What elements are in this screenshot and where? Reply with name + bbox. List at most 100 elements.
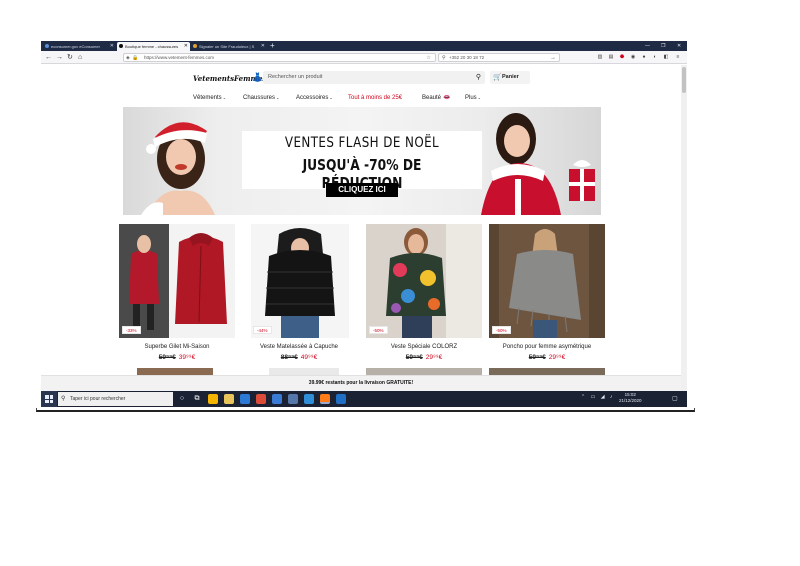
new-tab-button[interactable]: + bbox=[270, 41, 275, 51]
search-icon[interactable]: ⚲ bbox=[476, 71, 481, 84]
discount-badge: -33% bbox=[122, 326, 141, 334]
nav-plus[interactable]: Plus⌄ bbox=[465, 93, 481, 103]
store-icon[interactable] bbox=[272, 394, 282, 404]
product-name[interactable]: Poncho pour femme asymétrique bbox=[489, 344, 605, 350]
page-scrollbar[interactable] bbox=[681, 65, 687, 391]
nav-label: Plus bbox=[465, 95, 477, 101]
old-price: 59⁹⁹€ bbox=[158, 354, 176, 361]
banner-cta-button[interactable]: CLIQUEZ ICI bbox=[326, 183, 398, 197]
promo-banner[interactable]: VENTES FLASH DE NOËL JUSQU'À -70% DE RÉD… bbox=[123, 107, 601, 215]
globe-icon bbox=[45, 44, 49, 48]
nav-accessoires[interactable]: Accessoires⌄ bbox=[296, 93, 333, 103]
product-image[interactable] bbox=[119, 224, 235, 338]
tab-label: Signaler un Site Frauduleux | S bbox=[199, 44, 255, 49]
url-text: https://www.vetement-femmes.com bbox=[144, 55, 215, 60]
browser-nav-bar: ← → ↻ ⌂ ◈ 🔒 https://www.vetement-femmes.… bbox=[41, 51, 687, 64]
monitor-bezel-edge bbox=[36, 408, 695, 412]
extension-icon[interactable]: ◉ bbox=[630, 54, 636, 60]
new-price: 29⁹⁹€ bbox=[548, 354, 566, 361]
santa-woman-left-image bbox=[141, 122, 215, 215]
nav-label: Accessoires bbox=[296, 95, 329, 101]
firefox-icon[interactable] bbox=[320, 394, 330, 404]
notification-icon[interactable]: ▢ bbox=[672, 395, 678, 402]
product-price: 59⁹⁹€ 39⁹⁹€ bbox=[119, 354, 235, 361]
task-view-icon[interactable]: ⧉ bbox=[192, 394, 202, 404]
window-close-icon[interactable]: ✕ bbox=[677, 41, 681, 51]
product-image[interactable] bbox=[251, 224, 349, 338]
cart-icon: 🛒 bbox=[493, 74, 502, 81]
site-search-input[interactable]: Rechercher un produit ⚲ bbox=[263, 71, 485, 84]
product-image[interactable] bbox=[366, 224, 482, 338]
tab-econsumer[interactable]: econsumer.gov eConsumer ✕ bbox=[43, 42, 116, 51]
search-icon: ⚲ bbox=[442, 55, 446, 61]
nav-label: Chaussures bbox=[243, 95, 276, 101]
nav-vetements[interactable]: Vêtements⌄ bbox=[193, 93, 226, 103]
dress-icon: 👗 bbox=[252, 72, 264, 82]
system-tray-icons[interactable]: ⌃ ▭ ◢ ♪ bbox=[581, 394, 614, 400]
close-icon[interactable]: ✕ bbox=[261, 42, 265, 51]
new-price: 49⁹⁹€ bbox=[300, 354, 318, 361]
start-button[interactable] bbox=[41, 391, 57, 407]
close-icon[interactable]: ✕ bbox=[184, 42, 188, 51]
forward-icon[interactable]: → bbox=[56, 53, 63, 62]
nav-under-25[interactable]: Tout à moins de 25€ bbox=[348, 93, 402, 103]
account-icon[interactable]: ● bbox=[641, 54, 647, 60]
nav-beaute[interactable]: Beauté 👄 bbox=[422, 93, 451, 103]
menu-icon[interactable]: ≡ bbox=[675, 54, 681, 60]
go-arrow-icon[interactable]: → bbox=[550, 54, 556, 62]
new-price: 39⁹⁹€ bbox=[178, 354, 196, 361]
product-name[interactable]: Veste Spéciale COLORZ bbox=[366, 344, 482, 350]
word-icon[interactable] bbox=[336, 394, 346, 404]
close-icon[interactable]: ✕ bbox=[110, 42, 114, 51]
cart-label: Panier bbox=[502, 74, 519, 80]
product-price: 59⁹⁹€ 29⁹⁹€ bbox=[366, 354, 482, 361]
system-clock[interactable]: 15:02 21/12/2020 bbox=[619, 392, 642, 404]
warning-icon bbox=[193, 44, 197, 48]
extension2-icon[interactable]: ◐ bbox=[652, 54, 658, 60]
banner-headline-box: VENTES FLASH DE NOËL JUSQU'À -70% DE RÉD… bbox=[242, 131, 482, 192]
sidebar-icon[interactable]: ▤ bbox=[608, 54, 614, 60]
app-icon[interactable] bbox=[288, 394, 298, 404]
scrollbar-thumb[interactable] bbox=[682, 67, 686, 93]
url-bar[interactable]: ◈ 🔒 https://www.vetement-femmes.com ☆ bbox=[123, 53, 436, 62]
product-image[interactable] bbox=[489, 224, 605, 338]
free-shipping-bar: 39.99€ restants pour la livraison GRATUI… bbox=[41, 375, 681, 391]
home-icon[interactable]: ⌂ bbox=[78, 53, 82, 62]
clock-date: 21/12/2020 bbox=[619, 398, 642, 403]
nav-chaussures[interactable]: Chaussures⌄ bbox=[243, 93, 279, 103]
product-name[interactable]: Superbe Gilet Mi-Saison bbox=[119, 344, 235, 350]
app-icon[interactable] bbox=[208, 394, 218, 404]
cortana-icon[interactable]: ○ bbox=[177, 394, 187, 404]
product-name[interactable]: Veste Matelassée à Capuche bbox=[241, 344, 357, 350]
bookmark-star-icon[interactable]: ☆ bbox=[427, 54, 431, 62]
back-icon[interactable]: ← bbox=[45, 53, 52, 62]
file-explorer-icon[interactable] bbox=[224, 394, 234, 404]
edge-icon[interactable] bbox=[240, 394, 250, 404]
tab-signaler[interactable]: Signaler un Site Frauduleux | S ✕ bbox=[191, 42, 267, 51]
extension3-icon[interactable]: ◧ bbox=[663, 54, 669, 60]
adblock-icon[interactable]: ⬣ bbox=[619, 54, 625, 60]
taskbar-search-placeholder: Taper ici pour rechercher bbox=[70, 396, 126, 402]
reload-icon[interactable]: ↻ bbox=[67, 53, 73, 62]
tab-boutique[interactable]: Boutique femme - chaussures ✕ bbox=[117, 42, 190, 51]
desktop-screenshot: econsumer.gov eConsumer ✕ Boutique femme… bbox=[41, 41, 687, 407]
browser-search-field[interactable]: ⚲ +352 20 30 18 72 → bbox=[438, 53, 560, 62]
chevron-down-icon: ⌄ bbox=[477, 95, 482, 100]
site-search-placeholder: Rechercher un produit bbox=[268, 74, 323, 80]
minimize-icon[interactable]: — bbox=[645, 41, 650, 51]
nav-label: Vêtements bbox=[193, 95, 222, 101]
dress-icon bbox=[119, 44, 123, 48]
mail-icon[interactable] bbox=[304, 394, 314, 404]
lock-icon: 🔒 bbox=[132, 55, 139, 61]
old-price: 59⁹⁹€ bbox=[528, 354, 546, 361]
discount-badge: -44% bbox=[253, 326, 272, 334]
banner-title-line1: VENTES FLASH DE NOËL bbox=[284, 135, 440, 151]
library-icon[interactable]: ▥ bbox=[597, 54, 603, 60]
maximize-icon[interactable]: ❐ bbox=[661, 41, 665, 51]
discount-badge: -50% bbox=[369, 326, 388, 334]
cart-button[interactable]: 🛒 Panier bbox=[490, 71, 530, 84]
taskbar-search-input[interactable]: ⚲ Taper ici pour rechercher bbox=[58, 392, 173, 406]
chrome-icon[interactable] bbox=[256, 394, 266, 404]
windows-logo-icon bbox=[45, 395, 53, 403]
browser-tab-bar: econsumer.gov eConsumer ✕ Boutique femme… bbox=[41, 41, 687, 51]
